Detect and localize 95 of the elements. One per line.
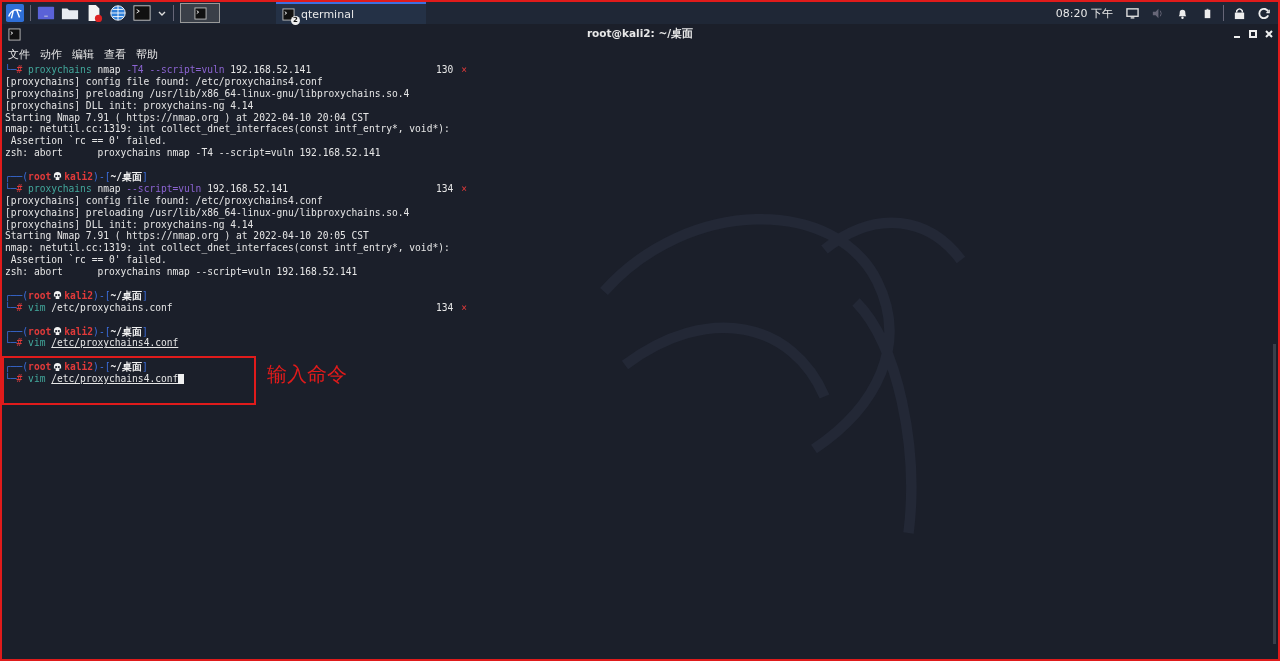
prompt-symbol: # bbox=[16, 373, 23, 386]
globe-icon[interactable] bbox=[109, 4, 127, 22]
terminal-icon[interactable] bbox=[133, 4, 151, 22]
prompt-frame: ] bbox=[142, 171, 148, 183]
output-line: [proxychains] config file found: /etc/proxychains4.conf bbox=[5, 194, 323, 207]
lock-icon[interactable] bbox=[1233, 6, 1246, 20]
command-name: vim bbox=[27, 373, 47, 386]
prompt-frame: ┌──( bbox=[5, 171, 29, 183]
command-name: vim bbox=[27, 337, 47, 350]
prompt-frame: ] bbox=[142, 361, 148, 374]
prompt-symbol: # bbox=[16, 64, 23, 76]
command-argument: nmap bbox=[96, 64, 122, 76]
prompt-frame: └─ bbox=[5, 373, 17, 386]
output-line: Assertion `rc == 0' failed. bbox=[9, 135, 167, 148]
output-line: Assertion `rc == 0' failed. bbox=[9, 254, 167, 267]
file-path: /etc/proxychains4.conf bbox=[51, 373, 179, 386]
prompt-symbol: # bbox=[16, 182, 23, 195]
menu-item[interactable]: 编辑 bbox=[72, 46, 94, 62]
prompt-user: root bbox=[28, 289, 52, 302]
output-line: nmap: netutil.cc:1319: int collect_dnet_interfaces(const intf_entry*, void*): bbox=[5, 242, 450, 254]
prompt-frame: └─ bbox=[5, 64, 17, 76]
prompt-frame: )-[ bbox=[93, 171, 111, 183]
prompt-frame: ] bbox=[142, 289, 148, 302]
prompt-frame: ] bbox=[142, 325, 148, 338]
output-line: [proxychains] preloading /usr/lib/x86_64-linux-gnu/libproxychains.so.4 bbox=[5, 87, 410, 100]
power-icon[interactable] bbox=[1258, 6, 1271, 20]
skull-icon bbox=[53, 327, 63, 337]
dragon-logo-icon[interactable] bbox=[6, 4, 24, 22]
command-argument: nmap bbox=[96, 182, 122, 195]
error-mark: × bbox=[461, 64, 467, 76]
prompt-symbol: # bbox=[16, 337, 23, 350]
close-icon[interactable] bbox=[1264, 29, 1274, 39]
menu-item[interactable]: 动作 bbox=[40, 46, 62, 62]
prompt-user: kali2 bbox=[64, 171, 94, 183]
command-argument: /etc/proxychains.conf bbox=[50, 301, 173, 314]
desktop-icon[interactable] bbox=[37, 4, 55, 22]
output-line: zsh: abort proxychains nmap --script=vuln 192.168.52.141 bbox=[5, 266, 358, 279]
prompt-frame: └─ bbox=[5, 301, 17, 314]
error-mark: × bbox=[461, 301, 467, 314]
window-button[interactable] bbox=[180, 3, 220, 23]
text-cursor bbox=[178, 374, 185, 385]
prompt-user: kali2 bbox=[64, 361, 94, 374]
prompt-path: ~/桌面 bbox=[110, 325, 142, 338]
prompt-frame: )-[ bbox=[93, 325, 111, 338]
annotation-text: 输入命令 bbox=[267, 361, 347, 388]
command-name: proxychains bbox=[27, 64, 92, 76]
skull-icon bbox=[53, 291, 63, 301]
command-argument: 192.168.52.141 bbox=[229, 64, 312, 76]
prompt-user: root bbox=[28, 325, 52, 338]
prompt-frame: )-[ bbox=[93, 361, 111, 374]
exit-code: 134 bbox=[435, 301, 454, 314]
output-line: [proxychains] preloading /usr/lib/x86_64-linux-gnu/libproxychains.so.4 bbox=[5, 206, 410, 219]
menu-item[interactable]: 文件 bbox=[8, 46, 30, 62]
output-line: [proxychains] DLL init: proxychains-ng 4.14 bbox=[5, 99, 254, 112]
terminal-icon bbox=[8, 27, 21, 41]
terminal-icon bbox=[193, 6, 207, 20]
maximize-icon[interactable] bbox=[1248, 29, 1258, 39]
output-line: [proxychains] config file found: /etc/proxychains4.conf bbox=[5, 75, 323, 88]
prompt-path: ~/桌面 bbox=[110, 361, 142, 374]
terminal-icon bbox=[282, 7, 295, 21]
window-title: root@kali2: ~/桌面 bbox=[586, 27, 694, 41]
prompt-user: root bbox=[28, 171, 52, 183]
command-option: -T4 --script=vuln bbox=[126, 64, 225, 76]
prompt-frame: └─ bbox=[5, 337, 17, 350]
prompt-frame: ┌──( bbox=[5, 325, 29, 338]
menu-item[interactable]: 查看 bbox=[104, 46, 126, 62]
command-name: proxychains bbox=[27, 182, 92, 195]
prompt-user: kali2 bbox=[64, 325, 94, 338]
scrollbar[interactable] bbox=[1273, 344, 1276, 644]
prompt-frame: └─ bbox=[5, 182, 17, 195]
output-line: [proxychains] DLL init: proxychains-ng 4.14 bbox=[5, 218, 254, 231]
output-line: Starting Nmap 7.91 ( https://nmap.org ) at 2022-04-10 20:04 CST bbox=[5, 111, 369, 124]
exit-code: 130 bbox=[435, 64, 454, 76]
prompt-path: ~/桌面 bbox=[110, 289, 142, 302]
prompt-frame: )-[ bbox=[93, 289, 111, 302]
prompt-user: kali2 bbox=[64, 289, 94, 302]
command-name: vim bbox=[27, 301, 46, 314]
prompt-frame: ┌──( bbox=[5, 361, 29, 374]
command-argument: 192.168.52.141 bbox=[206, 182, 289, 195]
clock: 08:20 下午 bbox=[1055, 5, 1113, 21]
output-line: Starting Nmap 7.91 ( https://nmap.org ) at 2022-04-10 20:05 CST bbox=[5, 230, 369, 243]
skull-icon bbox=[53, 172, 63, 182]
display-icon[interactable] bbox=[1126, 6, 1139, 20]
prompt-frame: ┌──( bbox=[5, 289, 29, 302]
skull-icon bbox=[53, 362, 63, 372]
prompt-path: ~/桌面 bbox=[110, 171, 142, 183]
command-option: --script=vuln bbox=[126, 182, 202, 195]
prompt-user: root bbox=[28, 361, 52, 374]
prompt-symbol: # bbox=[16, 301, 23, 314]
menu-item[interactable]: 帮助 bbox=[136, 46, 158, 62]
output-line: zsh: abort proxychains nmap -T4 --script=vuln 192.168.52.141 bbox=[5, 147, 381, 160]
file-path: /etc/proxychains4.conf bbox=[51, 337, 179, 350]
output-line: nmap: netutil.cc:1319: int collect_dnet_interfaces(const intf_entry*, void*): bbox=[5, 123, 450, 135]
exit-code: 134 bbox=[435, 182, 454, 195]
error-mark: × bbox=[461, 182, 467, 195]
